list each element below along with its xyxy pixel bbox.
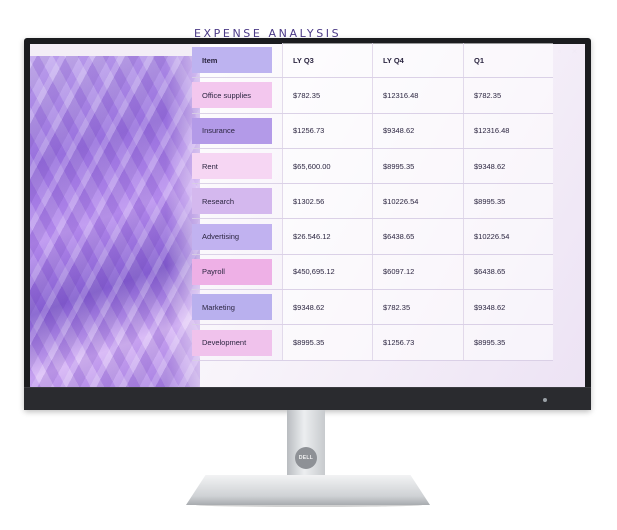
item-cell: Marketing [192, 290, 282, 324]
ly-q3-cell: $65,600.00 [282, 148, 372, 184]
table-row: Advertising $26.546.12 $6438.65 $10226.54 [192, 219, 553, 255]
item-cell: Advertising [192, 219, 282, 253]
q1-cell: $12316.48 [463, 113, 553, 148]
item-cell: Insurance [192, 114, 282, 148]
ly-q4-cell: $12316.48 [372, 78, 463, 113]
ly-q4-cell: $6438.65 [372, 219, 463, 254]
power-indicator [543, 398, 547, 402]
item-chip: Payroll [192, 258, 272, 285]
abstract-wave-artwork [30, 56, 200, 388]
page-title: EXPENSE ANALYSIS [194, 27, 342, 40]
ly-q3-cell: $1302.56 [282, 184, 372, 219]
ly-q3-cell: $450,695.12 [282, 254, 372, 290]
item-label: Insurance [202, 126, 235, 136]
table-row: Development $8995.35 $1256.73 $8995.35 [192, 325, 553, 361]
q1-cell: $9348.62 [463, 290, 553, 325]
item-label: Office supplies [202, 90, 252, 100]
expense-table: Item LY Q3 LY Q4 Q1 Office supplies $782.… [192, 43, 553, 361]
ly-q4-cell: $782.35 [372, 290, 463, 325]
item-label: Marketing [202, 302, 235, 312]
item-chip: Marketing [192, 294, 272, 321]
item-chip: Advertising [192, 223, 272, 250]
header-item-label: Item [202, 55, 218, 65]
header-cell: LY Q3 [282, 43, 372, 78]
q1-cell: $6438.65 [463, 254, 553, 290]
ly-q3-cell: $8995.35 [282, 325, 372, 360]
ly-q3-cell: $26.546.12 [282, 219, 372, 254]
ly-q4-cell: $8995.35 [372, 148, 463, 184]
item-label: Development [202, 338, 247, 348]
header-cell: Item [192, 43, 282, 77]
q1-cell: $8995.35 [463, 184, 553, 219]
q1-cell: $782.35 [463, 78, 553, 113]
ly-q4-cell: $6097.12 [372, 254, 463, 290]
ly-q3-cell: $9348.62 [282, 290, 372, 325]
q1-cell: $10226.54 [463, 219, 553, 254]
header-chip: Item [192, 47, 272, 74]
monitor-stand-base [186, 475, 430, 505]
ly-q3-cell: $782.35 [282, 78, 372, 113]
table-row: Payroll $450,695.12 $6097.12 $6438.65 [192, 254, 553, 291]
item-cell: Office supplies [192, 78, 282, 112]
ly-q3-cell: $1256.73 [282, 113, 372, 148]
item-chip: Insurance [192, 117, 272, 144]
header-cell: Q1 [463, 43, 553, 78]
item-label: Advertising [202, 232, 240, 242]
table-row: Office supplies $782.35 $12316.48 $782.35 [192, 78, 553, 114]
ly-q4-cell: $9348.62 [372, 113, 463, 148]
item-label: Payroll [202, 267, 225, 277]
table-row: Rent $65,600.00 $8995.35 $9348.62 [192, 148, 553, 185]
table-row: Research $1302.56 $10226.54 $8995.35 [192, 184, 553, 220]
ly-q4-cell: $10226.54 [372, 184, 463, 219]
item-cell: Rent [192, 149, 282, 183]
q1-cell: $8995.35 [463, 325, 553, 360]
q1-cell: $9348.62 [463, 148, 553, 184]
monitor-stand-neck [287, 410, 325, 482]
header-cell: LY Q4 [372, 43, 463, 78]
item-label: Rent [202, 161, 218, 171]
item-cell: Development [192, 325, 282, 359]
item-chip: Research [192, 188, 272, 215]
item-chip: Office supplies [192, 82, 272, 109]
table-header-row: Item LY Q3 LY Q4 Q1 [192, 43, 553, 79]
item-chip: Rent [192, 153, 272, 180]
table-row: Insurance $1256.73 $9348.62 $12316.48 [192, 113, 553, 149]
item-label: Research [202, 196, 235, 206]
monitor-bezel-chin [24, 387, 591, 410]
item-chip: Development [192, 329, 272, 356]
ly-q4-cell: $1256.73 [372, 325, 463, 360]
dell-logo: DELL [295, 447, 317, 469]
table-row: Marketing $9348.62 $782.35 $9348.62 [192, 290, 553, 326]
item-cell: Research [192, 184, 282, 218]
item-cell: Payroll [192, 255, 282, 289]
